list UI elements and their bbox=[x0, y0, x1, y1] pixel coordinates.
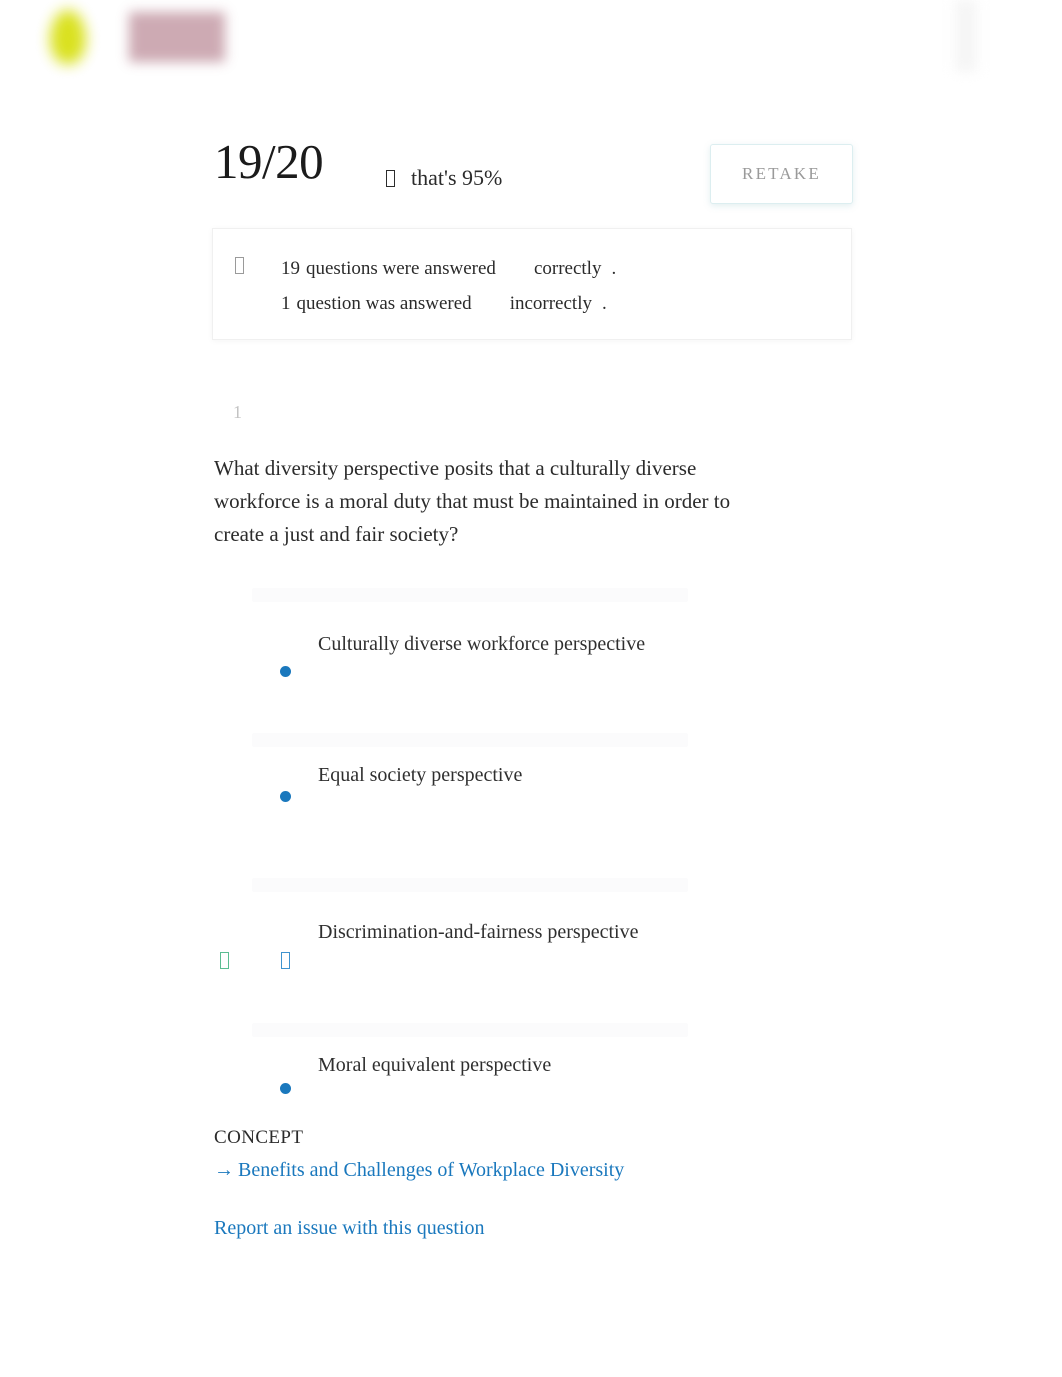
answer-options-list: Culturally diverse workforce perspective… bbox=[214, 588, 814, 1168]
brand-wordmark-redacted[interactable] bbox=[129, 12, 225, 62]
radio-filled-icon[interactable] bbox=[272, 666, 298, 677]
report-issue-link[interactable]: Report an issue with this question bbox=[214, 1217, 485, 1240]
question-number: 1 bbox=[233, 402, 242, 422]
answer-option-row[interactable]: Culturally diverse workforce perspective bbox=[214, 588, 814, 733]
summary-line-correct: 19 questions were answered correctly . bbox=[235, 251, 835, 286]
concept-heading: CONCEPT bbox=[214, 1127, 304, 1148]
radio-dot bbox=[279, 791, 291, 802]
score-percent-text: that's 95% bbox=[411, 165, 503, 190]
concept-link-label: Benefits and Challenges of Workplace Div… bbox=[238, 1159, 625, 1181]
incorrect-phrase: question was answered bbox=[296, 293, 472, 314]
correct-count: 19 bbox=[281, 258, 300, 279]
concept-link[interactable]: → Benefits and Challenges of Workplace Di… bbox=[214, 1159, 624, 1182]
square-glyph-icon bbox=[386, 169, 395, 187]
option-label: Moral equivalent perspective bbox=[318, 1054, 552, 1076]
option-divider bbox=[252, 733, 688, 747]
option-label: Culturally diverse workforce perspective bbox=[318, 633, 646, 655]
option-label: Equal society perspective bbox=[318, 764, 523, 786]
selected-answer-glyph bbox=[280, 952, 290, 969]
answer-summary-panel: 19 questions were answered correctly . 1… bbox=[212, 228, 852, 340]
square-glyph-icon bbox=[235, 257, 244, 274]
option-divider bbox=[252, 878, 688, 892]
incorrect-verdict: incorrectly bbox=[509, 293, 592, 314]
radio-filled-icon[interactable] bbox=[272, 791, 298, 802]
answer-option-row-correct[interactable]: Discrimination-and-fairness perspective bbox=[214, 878, 814, 1023]
option-divider bbox=[252, 1023, 688, 1037]
correct-period: . bbox=[611, 258, 617, 279]
radio-dot bbox=[279, 1083, 291, 1094]
summary-icon-cell bbox=[235, 257, 281, 274]
option-label: Discrimination-and-fairness perspective bbox=[318, 921, 639, 943]
score-fraction: 19/20 bbox=[214, 134, 324, 189]
radio-dot bbox=[279, 666, 291, 677]
arrow-right-icon: → bbox=[214, 1159, 234, 1181]
square-glyph-green-icon bbox=[214, 952, 234, 969]
header-right-ghost-element bbox=[955, 0, 977, 72]
option-divider bbox=[252, 588, 688, 602]
correct-answer-glyph bbox=[219, 952, 229, 969]
summary-line-incorrect: 1 question was answered incorrectly . bbox=[235, 286, 835, 321]
top-brand-bar bbox=[0, 0, 1062, 78]
answer-option-row[interactable]: Moral equivalent perspective bbox=[214, 1023, 814, 1168]
correct-verdict: correctly bbox=[533, 258, 602, 279]
answer-summary-content: 19 questions were answered correctly . 1… bbox=[235, 251, 835, 321]
retake-button[interactable]: RETAKE bbox=[710, 144, 853, 204]
score-percent-group: that's 95% bbox=[386, 165, 502, 191]
radio-filled-icon[interactable] bbox=[272, 1083, 298, 1094]
incorrect-period: . bbox=[601, 293, 607, 314]
incorrect-count: 1 bbox=[281, 293, 291, 314]
question-text: What diversity perspective posits that a… bbox=[214, 456, 731, 546]
square-glyph-blue-icon[interactable] bbox=[272, 952, 298, 969]
leaf-logo-icon[interactable] bbox=[50, 10, 86, 64]
answer-option-row[interactable]: Equal society perspective bbox=[214, 733, 814, 878]
correct-phrase: questions were answered bbox=[306, 258, 496, 279]
